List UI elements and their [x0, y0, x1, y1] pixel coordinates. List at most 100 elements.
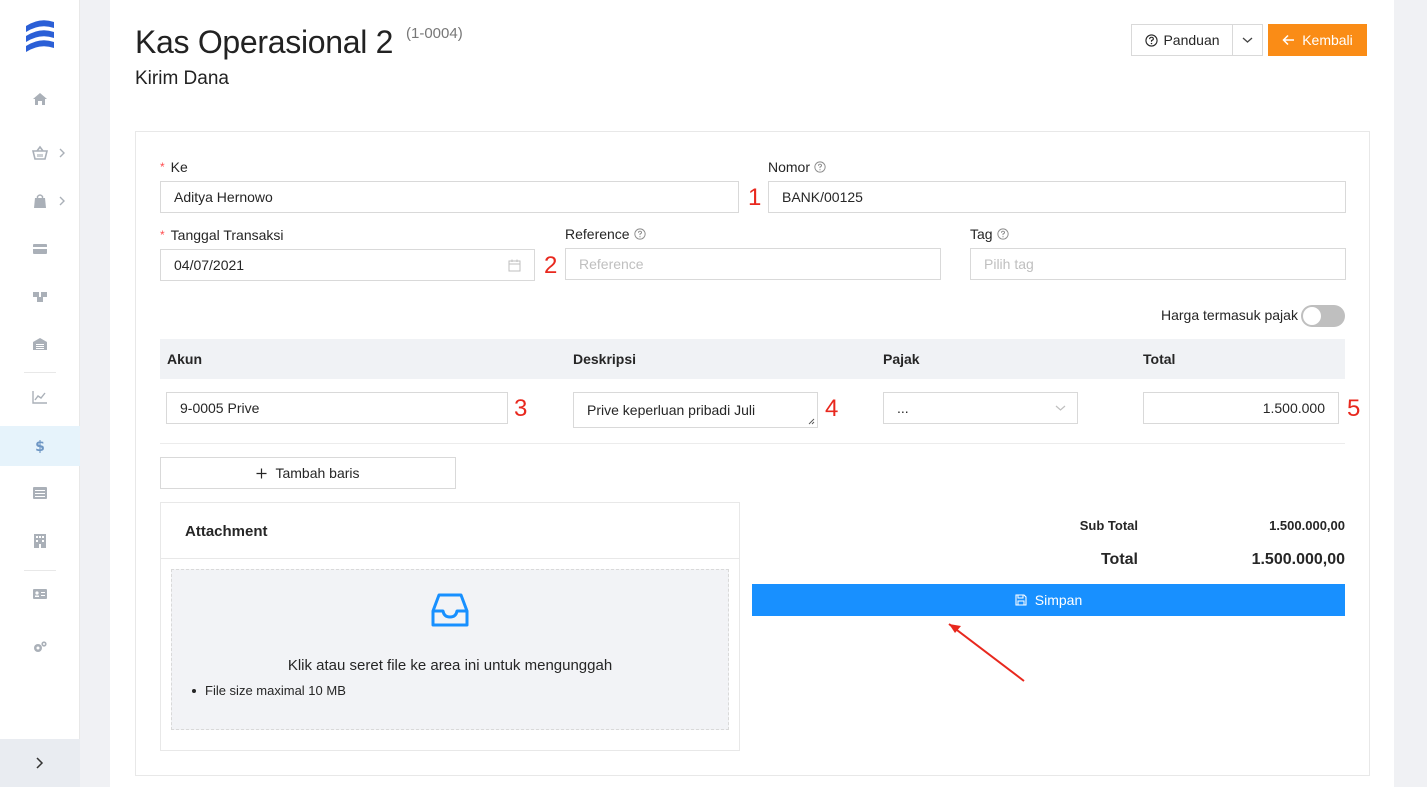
number-field[interactable]: BANK/00125	[768, 181, 1346, 213]
contact-card-icon	[33, 589, 47, 599]
sidebar-item-home[interactable]	[0, 79, 80, 119]
annotation-2: 2	[544, 252, 558, 279]
annotation-1: 1	[748, 184, 762, 211]
tag-label: Tag	[970, 226, 1009, 242]
chevron-right-icon	[59, 196, 65, 206]
guide-button[interactable]: Panduan	[1131, 24, 1233, 56]
file-size-text: File size maximal 10 MB	[205, 683, 346, 698]
guide-button-label: Panduan	[1163, 32, 1220, 48]
home-icon	[33, 93, 47, 105]
arrow-left-icon	[1282, 34, 1295, 46]
plus-icon	[256, 468, 267, 478]
chevron-right-icon	[59, 148, 65, 158]
boxes-icon	[33, 292, 47, 302]
help-icon[interactable]	[996, 228, 1009, 240]
dropzone-text: Klik atau seret file ke area ini untuk m…	[287, 657, 613, 674]
save-button-label: Simpan	[1034, 592, 1083, 608]
tag-select[interactable]: Pilih tag	[970, 248, 1346, 280]
transfer-form-card: * Ke Aditya Hernowo 1 Nomor BANK/00125 * T…	[135, 131, 1370, 776]
bullet-dot	[192, 688, 196, 693]
chevron-down-icon	[1242, 37, 1253, 43]
question-circle-icon	[1145, 33, 1159, 47]
items-table-header: Akun Deskripsi Pajak Total	[160, 339, 1345, 379]
tax-inclusive-toggle[interactable]	[1301, 305, 1345, 327]
back-button[interactable]: Kembali	[1268, 24, 1367, 56]
subtotal-label: Sub Total	[1079, 518, 1138, 533]
sidebar-item-sales[interactable]	[0, 133, 80, 173]
page-title: Kas Operasional 2	[135, 24, 394, 60]
annotation-5: 5	[1347, 395, 1361, 422]
annotation-4: 4	[825, 395, 839, 422]
add-row-label: Tambah baris	[275, 465, 360, 481]
sidebar-item-assets[interactable]	[0, 521, 80, 561]
page-subtitle: Kirim Dana	[135, 68, 229, 89]
sidebar-divider	[24, 372, 56, 373]
column-header-account: Akun	[167, 351, 202, 367]
sidebar: $	[0, 0, 80, 787]
resize-handle-icon[interactable]	[808, 418, 815, 425]
basket-icon	[32, 145, 48, 160]
table-divider	[160, 443, 1345, 444]
credit-card-icon	[33, 244, 47, 254]
shopping-bag-icon	[34, 194, 46, 208]
column-header-total: Total	[1143, 351, 1176, 367]
sidebar-item-products[interactable]	[0, 276, 80, 316]
sidebar-item-purchases[interactable]	[0, 181, 80, 221]
file-size-note: File size maximal 10 MB	[192, 683, 346, 698]
save-icon	[1015, 594, 1027, 606]
dollar-icon: $	[35, 439, 45, 454]
inbox-icon	[431, 593, 469, 627]
total-label: Total	[1100, 551, 1138, 568]
back-button-label: Kembali	[1302, 32, 1353, 48]
chevron-right-icon	[36, 757, 44, 769]
sidebar-collapse-button[interactable]	[0, 739, 80, 787]
annotation-arrow-icon	[948, 623, 1025, 682]
sidebar-item-cash-bank[interactable]: $	[0, 426, 80, 466]
reference-label: Reference	[565, 226, 646, 242]
list-icon	[33, 487, 47, 499]
column-header-tax: Pajak	[883, 351, 920, 367]
app-logo-icon[interactable]	[22, 17, 58, 55]
subtotal-value: 1.500.000,00	[1269, 518, 1345, 533]
sidebar-divider	[24, 570, 56, 571]
chevron-down-icon	[1055, 405, 1066, 411]
tax-select[interactable]: ...	[883, 392, 1078, 424]
sidebar-item-reports[interactable]	[0, 377, 80, 417]
help-icon[interactable]	[814, 161, 826, 173]
help-icon[interactable]	[633, 228, 646, 240]
file-dropzone[interactable]: Klik atau seret file ke area ini untuk m…	[171, 569, 729, 730]
guide-dropdown-button[interactable]	[1232, 24, 1263, 56]
total-input[interactable]: 1.500.000	[1143, 392, 1339, 424]
reference-field[interactable]: Reference	[565, 248, 941, 280]
sidebar-item-accounts[interactable]	[0, 473, 80, 513]
sidebar-item-contacts[interactable]	[0, 574, 80, 614]
to-label: * Ke	[160, 159, 188, 175]
sidebar-item-inventory[interactable]	[0, 324, 80, 364]
sidebar-item-settings[interactable]	[0, 627, 80, 667]
attachment-title: Attachment	[185, 523, 268, 540]
sidebar-item-expenses[interactable]	[0, 229, 80, 269]
add-row-button[interactable]: Tambah baris	[160, 457, 456, 489]
date-value: 04/07/2021	[174, 257, 245, 273]
attachment-panel: Attachment Klik atau seret file ke area …	[160, 502, 740, 751]
to-field[interactable]: Aditya Hernowo	[160, 181, 739, 213]
total-value: 1.500.000,00	[1251, 551, 1345, 568]
toggle-knob	[1303, 307, 1321, 325]
column-header-description: Deskripsi	[573, 351, 637, 367]
calendar-icon	[508, 259, 521, 272]
attachment-divider	[161, 558, 739, 559]
warehouse-icon	[33, 338, 47, 350]
account-select[interactable]: 9-0005 Prive	[166, 392, 508, 424]
svg-text:$: $	[35, 439, 45, 454]
tax-inclusive-label: Harga termasuk pajak	[1161, 307, 1298, 323]
description-textarea[interactable]: Prive keperluan pribadi Juli	[573, 392, 818, 428]
tax-value: ...	[897, 400, 909, 416]
date-label: * Tanggal Transaksi	[160, 227, 284, 243]
annotation-3: 3	[514, 395, 528, 422]
line-chart-icon	[32, 391, 47, 404]
date-field[interactable]: 04/07/2021	[160, 249, 535, 281]
settings-icon	[34, 641, 47, 652]
main-content: Kas Operasional 2 (1-0004) Kirim Dana Pa…	[110, 0, 1394, 787]
building-icon	[34, 534, 46, 548]
save-button[interactable]: Simpan	[752, 584, 1345, 616]
